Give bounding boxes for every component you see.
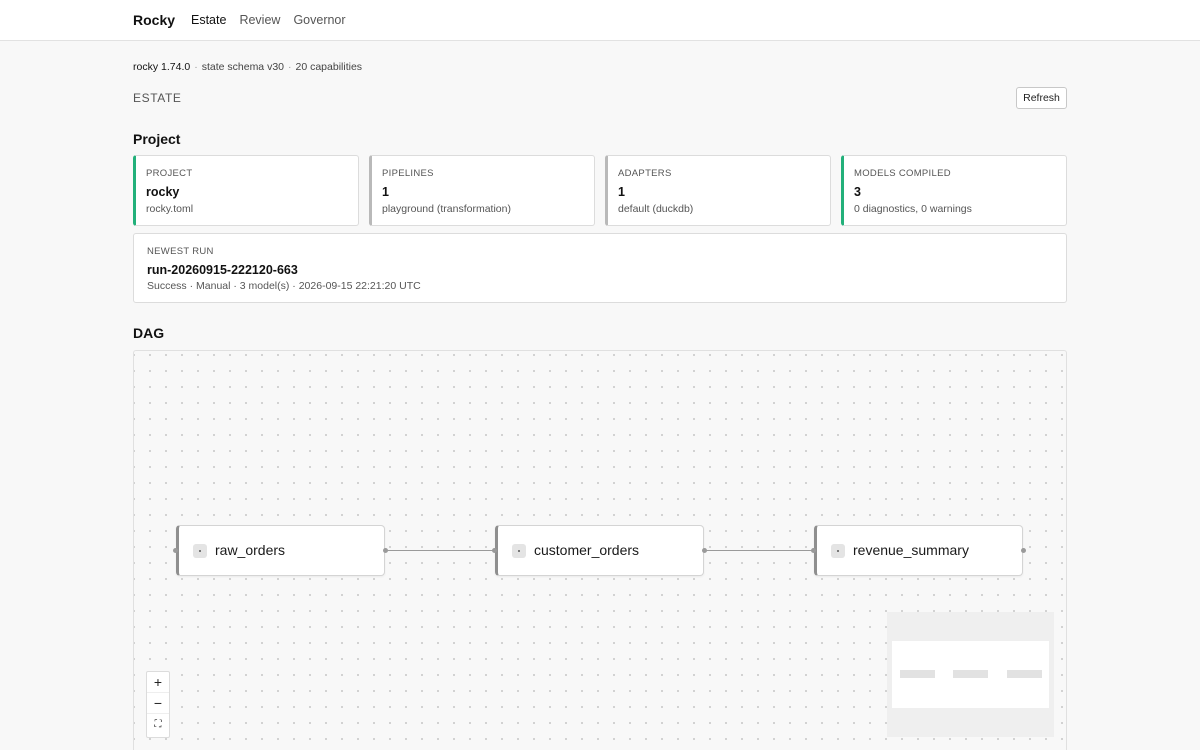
card-sub: playground (transformation) [382, 203, 511, 215]
minimap-node [1007, 670, 1042, 678]
version-meta: rocky 1.74.0 · state schema v30 · 20 capabil… [133, 61, 362, 73]
model-icon [193, 544, 207, 558]
newest-run-card: NEWEST RUN run-20260915-222120-663 Succe… [133, 233, 1067, 303]
nav-estate[interactable]: Estate [191, 13, 226, 27]
card-value: 3 [854, 185, 861, 199]
dag-canvas[interactable]: raw_orders customer_orders revenue_summa… [133, 350, 1067, 750]
brand-logo[interactable]: Rocky [133, 12, 175, 28]
dag-node-revenue-summary[interactable]: revenue_summary [814, 525, 1023, 576]
node-input-handle[interactable] [811, 548, 816, 553]
zoom-out-icon[interactable]: − [147, 693, 169, 714]
separator: · [288, 61, 292, 73]
dag-edge [705, 550, 815, 551]
state-schema: state schema v30 [201, 61, 284, 73]
card-label: MODELS COMPILED [854, 168, 951, 179]
nav-governor[interactable]: Governor [293, 13, 345, 27]
main-nav: Estate Review Governor [191, 13, 346, 27]
models-compiled-card: MODELS COMPILED 3 0 diagnostics, 0 warni… [841, 155, 1067, 226]
run-id[interactable]: run-20260915-222120-663 [147, 263, 298, 277]
dag-controls: + − ⛶ [146, 671, 170, 738]
card-sub: 0 diagnostics, 0 warnings [854, 203, 972, 215]
project-card: PROJECT rocky rocky.toml [133, 155, 359, 226]
adapters-card: ADAPTERS 1 default (duckdb) [605, 155, 831, 226]
dag-minimap[interactable] [887, 612, 1054, 737]
node-output-handle[interactable] [1021, 548, 1026, 553]
dag-node-raw-orders[interactable]: raw_orders [176, 525, 385, 576]
node-label: customer_orders [534, 542, 640, 558]
dag-section-title: DAG [133, 325, 165, 341]
node-output-handle[interactable] [702, 548, 707, 553]
node-input-handle[interactable] [492, 548, 497, 553]
dag-edge [386, 550, 496, 551]
card-label: ADAPTERS [618, 168, 672, 179]
estate-heading: ESTATE [133, 91, 182, 105]
model-icon [831, 544, 845, 558]
refresh-button[interactable]: Refresh [1016, 87, 1067, 109]
separator: · [194, 61, 198, 73]
card-value: rocky [146, 185, 180, 199]
minimap-node [953, 670, 988, 678]
run-label: NEWEST RUN [147, 246, 214, 257]
capabilities-count: 20 capabilities [295, 61, 363, 73]
card-sub: default (duckdb) [618, 203, 694, 215]
card-sub: rocky.toml [146, 203, 194, 215]
project-section-title: Project [133, 131, 181, 147]
rocky-version: rocky 1.74.0 [133, 61, 191, 73]
card-value: 1 [382, 185, 389, 199]
node-input-handle[interactable] [173, 548, 178, 553]
card-label: PROJECT [146, 168, 193, 179]
node-label: revenue_summary [853, 542, 969, 558]
dag-node-customer-orders[interactable]: customer_orders [495, 525, 704, 576]
node-output-handle[interactable] [383, 548, 388, 553]
card-value: 1 [618, 185, 625, 199]
fit-view-icon[interactable]: ⛶ [147, 714, 169, 735]
node-label: raw_orders [215, 542, 286, 558]
pipelines-card: PIPELINES 1 playground (transformation) [369, 155, 595, 226]
zoom-in-icon[interactable]: + [147, 672, 169, 693]
card-label: PIPELINES [382, 168, 434, 179]
nav-review[interactable]: Review [239, 13, 280, 27]
run-details: Success · Manual · 3 model(s) · 2026-09-… [147, 280, 421, 292]
model-icon [512, 544, 526, 558]
minimap-node [900, 670, 935, 678]
top-nav-bar: Rocky Estate Review Governor [0, 0, 1200, 41]
